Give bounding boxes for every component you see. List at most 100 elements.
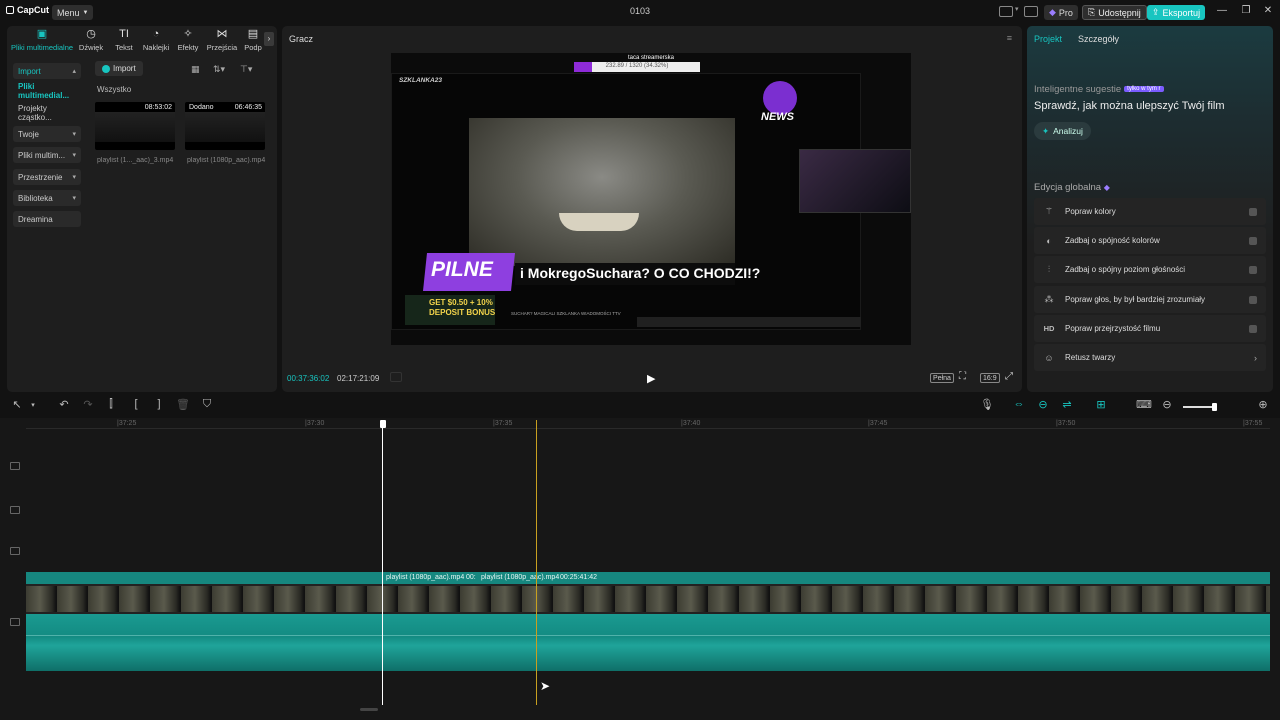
share-icon: ⎘ (1088, 7, 1096, 17)
sidebar-item-dreamina[interactable]: Dreamina (13, 211, 81, 227)
grid-view-icon[interactable]: ▦ (191, 64, 200, 75)
export-label: Eksportuj (1162, 7, 1201, 18)
ruler-label: |37:35 (493, 420, 513, 427)
tab-details[interactable]: Szczegóły (1078, 34, 1119, 44)
media-item[interactable]: Dodano 06:46:35 (185, 102, 265, 150)
pro-button[interactable]: ◆ Pro (1044, 5, 1078, 20)
play-button[interactable]: ▶ (647, 372, 655, 385)
toggle[interactable] (1249, 236, 1257, 245)
playhead-handle[interactable] (380, 420, 386, 428)
option-voice-enhance[interactable]: ⁂ Popraw głos, by był bardziej zrozumiał… (1034, 286, 1266, 313)
track-icon[interactable] (10, 547, 20, 555)
timecode-icon[interactable] (390, 372, 402, 382)
menu-button[interactable]: Menu ▼ (52, 5, 94, 20)
zoom-slider[interactable] (1183, 406, 1215, 408)
option-color-match[interactable]: ◐ Zadbaj o spójność kolorów (1034, 227, 1266, 254)
magic-wand-icon: ⚚ (1044, 206, 1054, 216)
preview-axis-icon[interactable]: ⊞ (1094, 398, 1108, 411)
cursor-icon[interactable]: ↖ (10, 398, 24, 411)
tab-media[interactable]: ▣ Pliki multimedialne (9, 28, 75, 52)
shield-icon[interactable]: ⛉ (200, 398, 214, 411)
playhead-line (382, 428, 383, 705)
redo-icon[interactable]: ↷ (81, 398, 95, 411)
sidebar-item-media-files[interactable]: Pliki multimedial... (13, 82, 81, 100)
magnet-icon[interactable]: ⊖ (1036, 398, 1050, 411)
sidebar-label: Import (18, 66, 41, 76)
option-label: Popraw kolory (1065, 207, 1116, 216)
add-circle-icon (102, 64, 110, 73)
link-icon[interactable]: ⇔ (1012, 398, 1026, 410)
toggle[interactable] (1249, 207, 1257, 216)
option-volume-level[interactable]: ⫶ Zadbaj o spójny poziom głośności (1034, 256, 1266, 283)
chevron-right-icon[interactable]: › (264, 32, 274, 46)
caption-icon[interactable]: ⌨ (1136, 398, 1152, 411)
layout-icon[interactable] (999, 6, 1013, 17)
timeline[interactable] (0, 418, 1280, 720)
delete-icon[interactable]: 🗑 (176, 398, 190, 411)
sidebar-item-yours[interactable]: Twoje ▾ (13, 126, 81, 142)
chevron-down-icon[interactable]: ▾ (26, 401, 40, 409)
tab-label: Dźwięk (78, 43, 104, 52)
sort-icon[interactable]: ⇅▾ (213, 64, 225, 75)
maximize-icon[interactable]: ❐ (1239, 5, 1253, 16)
toggle[interactable] (1249, 295, 1257, 304)
video-clip-frames[interactable] (26, 584, 1270, 614)
share-button[interactable]: ⎘ Udostępnij (1082, 5, 1147, 20)
close-icon[interactable]: ✕ (1261, 5, 1275, 16)
tab-stickers[interactable]: ◔ Naklejki (141, 28, 171, 52)
app-logo: CapCut (6, 5, 49, 15)
diamond-icon: ◆ (1049, 7, 1056, 17)
import-button[interactable]: Import (95, 61, 143, 76)
horizontal-scrollbar[interactable] (360, 708, 378, 711)
minimize-icon[interactable]: — (1215, 5, 1229, 16)
limited-badge: tylko w tym r (1124, 86, 1164, 93)
sidebar-item-import[interactable]: Import ▴ (13, 63, 81, 79)
split-left-icon[interactable]: [ (129, 398, 143, 410)
media-item[interactable]: 08:53:02 (95, 102, 175, 150)
track-icon[interactable] (10, 462, 20, 470)
video-preview[interactable]: taca streamerska 232.89 / 1320 (34.32%) … (391, 53, 911, 345)
export-button[interactable]: ⇪ Eksportuj (1147, 5, 1206, 20)
tab-captions[interactable]: ▤ Podp (242, 28, 264, 52)
chevron-down-icon[interactable]: ▾ (1015, 5, 1019, 13)
tab-audio[interactable]: ◷ Dźwięk (77, 28, 105, 52)
tab-transitions[interactable]: ⋈ Przejścia (205, 28, 239, 52)
zoom-slider-handle[interactable] (1212, 403, 1217, 411)
toggle[interactable] (1249, 324, 1257, 333)
sidebar-item-spaces[interactable]: Przestrzenie ▾ (13, 169, 81, 185)
snap-icon[interactable]: ⇌ (1060, 398, 1074, 411)
aspect-button[interactable]: 16:9 (980, 373, 1000, 383)
split-icon[interactable]: ⫿ (104, 398, 118, 411)
hamburger-icon[interactable]: ≡ (1007, 33, 1012, 43)
shortcuts-icon[interactable] (1024, 6, 1038, 17)
filter-icon[interactable]: ⊤▾ (240, 64, 252, 75)
ratio-button[interactable]: Pełna (930, 373, 954, 383)
option-video-clarity[interactable]: HD Popraw przejrzystość filmu (1034, 315, 1266, 342)
tab-effects[interactable]: ✧ Efekty (175, 28, 201, 52)
player-panel: Gracz ≡ taca streamerska 232.89 / 1320 (… (282, 26, 1022, 392)
track-icon[interactable] (10, 618, 20, 626)
toggle[interactable] (1249, 265, 1257, 274)
sidebar-item-media-files-2[interactable]: Pliki multim... ▾ (13, 147, 81, 163)
split-right-icon[interactable]: ] (152, 398, 166, 410)
fullscreen-icon[interactable]: ⤢ (1005, 371, 1013, 382)
clip-duration: 00:25:41:42 (560, 574, 597, 581)
analyze-button[interactable]: ✦ Analizuj (1034, 122, 1091, 140)
tab-project[interactable]: Projekt (1034, 34, 1062, 44)
audio-waveform[interactable] (26, 614, 1270, 671)
microphone-icon[interactable]: 🎙 (980, 398, 994, 411)
transition-icon: ⋈ (216, 28, 228, 40)
news-label: NEWS (761, 111, 794, 123)
zoom-out-icon[interactable]: ⊖ (1160, 398, 1174, 411)
chevron-down-icon: ▾ (72, 131, 76, 138)
crop-icon[interactable]: ⛶ (959, 371, 966, 382)
sidebar-item-library[interactable]: Biblioteka ▾ (13, 190, 81, 206)
option-face-retouch[interactable]: ☺ Retusz twarzy › (1034, 344, 1266, 371)
track-icon[interactable] (10, 506, 20, 514)
option-fix-colors[interactable]: ⚚ Popraw kolory (1034, 198, 1266, 225)
undo-icon[interactable]: ↶ (57, 398, 71, 411)
clip-header[interactable] (26, 572, 1270, 584)
zoom-in-icon[interactable]: ⊕ (1256, 398, 1270, 411)
sidebar-item-compound-projects[interactable]: Projekty cząstko... (13, 104, 81, 122)
tab-text[interactable]: TI Tekst (111, 28, 137, 52)
